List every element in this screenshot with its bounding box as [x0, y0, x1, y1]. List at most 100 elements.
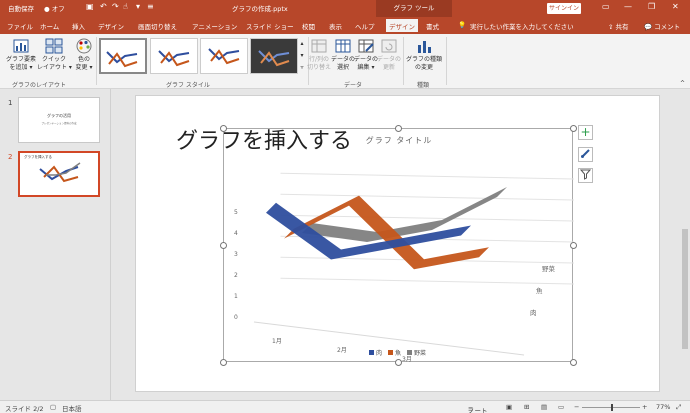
change-colors-button[interactable]: 色の 変更 ▾	[72, 38, 96, 72]
depth-axis-label: 魚	[536, 286, 543, 295]
tab-design[interactable]: デザイン	[98, 21, 124, 31]
minimize-icon[interactable]: —	[624, 2, 632, 11]
y-tick-label: 2	[234, 272, 238, 279]
chart-type-icon	[418, 41, 431, 53]
resize-handle-n[interactable]	[395, 125, 402, 132]
resize-handle-s[interactable]	[395, 359, 402, 366]
quick-layout-button[interactable]: クイック レイアウト ▾	[37, 38, 72, 72]
touch-mode-icon[interactable]: ☝	[123, 2, 128, 11]
resize-handle-se[interactable]	[570, 359, 577, 366]
gridline	[280, 193, 574, 201]
switch-row-column-icon	[311, 39, 327, 53]
tab-view[interactable]: 表示	[329, 21, 342, 31]
x-tick-label: 1月	[272, 338, 282, 345]
edit-data-button[interactable]: データの 編集 ▾	[353, 38, 379, 72]
normal-view-icon[interactable]: ▣	[506, 403, 512, 411]
spellcheck-icon[interactable]: ▢	[50, 403, 56, 411]
slide-count-status: スライド 2/2	[5, 405, 44, 413]
restore-icon[interactable]: ❐	[648, 2, 655, 11]
resize-handle-e[interactable]	[570, 242, 577, 249]
ribbon-display-icon[interactable]: ▭	[602, 2, 610, 11]
chart-style-4[interactable]	[250, 38, 298, 74]
y-tick-label: 5	[234, 209, 238, 216]
edit-data-icon	[358, 39, 374, 53]
slideshow-view-icon[interactable]: ▭	[558, 403, 564, 411]
title-bar: 自動保存 ● オフ ▣ ↶ ↷ ☝ ▾ ≡ グラフの作成.pptx グラフ ツー…	[0, 0, 690, 17]
zoom-in-icon[interactable]: +	[642, 403, 647, 411]
gridline	[280, 277, 574, 285]
chart-plot: 0123451月2月3月4月野菜魚肉肉魚野菜	[234, 172, 574, 363]
tab-chart-design[interactable]: デザイン	[386, 19, 418, 34]
resize-handle-w[interactable]	[220, 242, 227, 249]
change-chart-type-button[interactable]: グラフの種類 の変更	[404, 38, 444, 72]
slide-sorter-icon[interactable]: ⊞	[524, 403, 529, 411]
zoom-level[interactable]: 77%	[656, 403, 670, 411]
slide-number: 2	[8, 153, 13, 161]
redo-icon[interactable]: ↷	[112, 2, 119, 11]
pane-splitter[interactable]	[110, 89, 111, 400]
tab-file[interactable]: ファイル	[7, 21, 33, 31]
language-status[interactable]: 日本語	[62, 403, 82, 413]
group-separator	[446, 37, 447, 85]
ribbon-tabs: ファイル ホーム 挿入 デザイン 画面切り替え アニメーション スライド ショー…	[0, 17, 690, 34]
slide-thumbnail-2[interactable]: グラフを挿入する	[18, 151, 100, 197]
tab-format[interactable]: 書式	[426, 21, 439, 31]
y-tick-label: 3	[234, 251, 238, 258]
tab-help[interactable]: ヘルプ	[355, 21, 375, 31]
tab-review[interactable]: 校閲	[302, 21, 315, 31]
comment-button[interactable]: 💬 コメント	[644, 21, 680, 31]
add-chart-element-button[interactable]: グラフ要素 を追加 ▾	[4, 38, 38, 72]
notes-label: ノート	[468, 407, 488, 413]
add-chart-element-label: グラフ要素 を追加 ▾	[5, 56, 36, 71]
chart-style-1[interactable]	[99, 38, 147, 74]
fit-to-window-icon[interactable]: ⤢	[676, 403, 681, 412]
group-label-styles: グラフ スタイル	[166, 82, 210, 89]
y-tick-label: 1	[234, 293, 238, 300]
tab-animations[interactable]: アニメーション	[192, 21, 237, 31]
group-label-layout: グラフのレイアウト	[12, 82, 67, 89]
autosave-label[interactable]: 自動保存	[8, 3, 34, 13]
undo-icon[interactable]: ↶	[100, 2, 107, 11]
tab-home[interactable]: ホーム	[40, 21, 59, 31]
share-button[interactable]: ⇪ 共有	[608, 21, 629, 31]
gridline	[280, 172, 574, 180]
chart-style-2[interactable]	[150, 38, 198, 74]
chart-style-3[interactable]	[200, 38, 248, 74]
legend-swatch-肉	[369, 350, 374, 355]
legend-swatch-野菜	[407, 350, 412, 355]
qat-more-icon[interactable]: ≡	[147, 2, 154, 11]
qat-customize-icon[interactable]: ▾	[136, 2, 140, 11]
resize-handle-nw[interactable]	[220, 125, 227, 132]
tab-transitions[interactable]: 画面切り替え	[138, 21, 177, 31]
save-icon[interactable]: ▣	[86, 2, 94, 11]
change-colors-label: 色の 変更 ▾	[75, 56, 93, 71]
group-label-type: 種類	[417, 82, 430, 89]
reading-view-icon[interactable]: ▤	[541, 403, 547, 411]
resize-handle-ne[interactable]	[570, 125, 577, 132]
quick-layout-icon	[45, 38, 63, 54]
slide-thumbnail-1[interactable]: グラフの活用 プレゼンテーション資料の作成	[18, 97, 100, 143]
autosave-toggle[interactable]: ● オフ	[44, 3, 65, 13]
x-tick-label: 2月	[337, 347, 347, 354]
close-icon[interactable]: ✕	[672, 2, 679, 11]
refresh-data-label: データの 更新	[377, 56, 402, 71]
signin-button[interactable]: サインイン	[547, 3, 581, 14]
chart-object[interactable]: グラフ タイトル 0123451月2月3月4月野菜魚肉肉魚野菜	[220, 125, 577, 366]
tab-slideshow[interactable]: スライド ショー	[246, 21, 294, 31]
tab-insert[interactable]: 挿入	[72, 21, 85, 31]
zoom-slider-thumb[interactable]	[611, 404, 613, 411]
chart-filter-icon[interactable]	[578, 168, 593, 183]
share-label: 共有	[615, 23, 629, 31]
legend-swatch-魚	[388, 350, 393, 355]
scrollbar-thumb[interactable]	[682, 229, 688, 349]
chart-elements-plus-icon[interactable]: +	[578, 125, 593, 140]
collapse-ribbon-icon[interactable]: ^	[680, 80, 685, 87]
refresh-data-button[interactable]: データの 更新	[377, 38, 401, 72]
y-tick-label: 4	[234, 230, 238, 237]
tell-me-input[interactable]: 実行したい作業を入力してください	[470, 21, 574, 31]
vertical-scrollbar[interactable]	[680, 89, 690, 400]
zoom-out-icon[interactable]: −	[574, 403, 579, 411]
chart-styles-brush-icon[interactable]	[578, 147, 593, 162]
resize-handle-sw[interactable]	[220, 359, 227, 366]
group-separator	[96, 37, 97, 85]
